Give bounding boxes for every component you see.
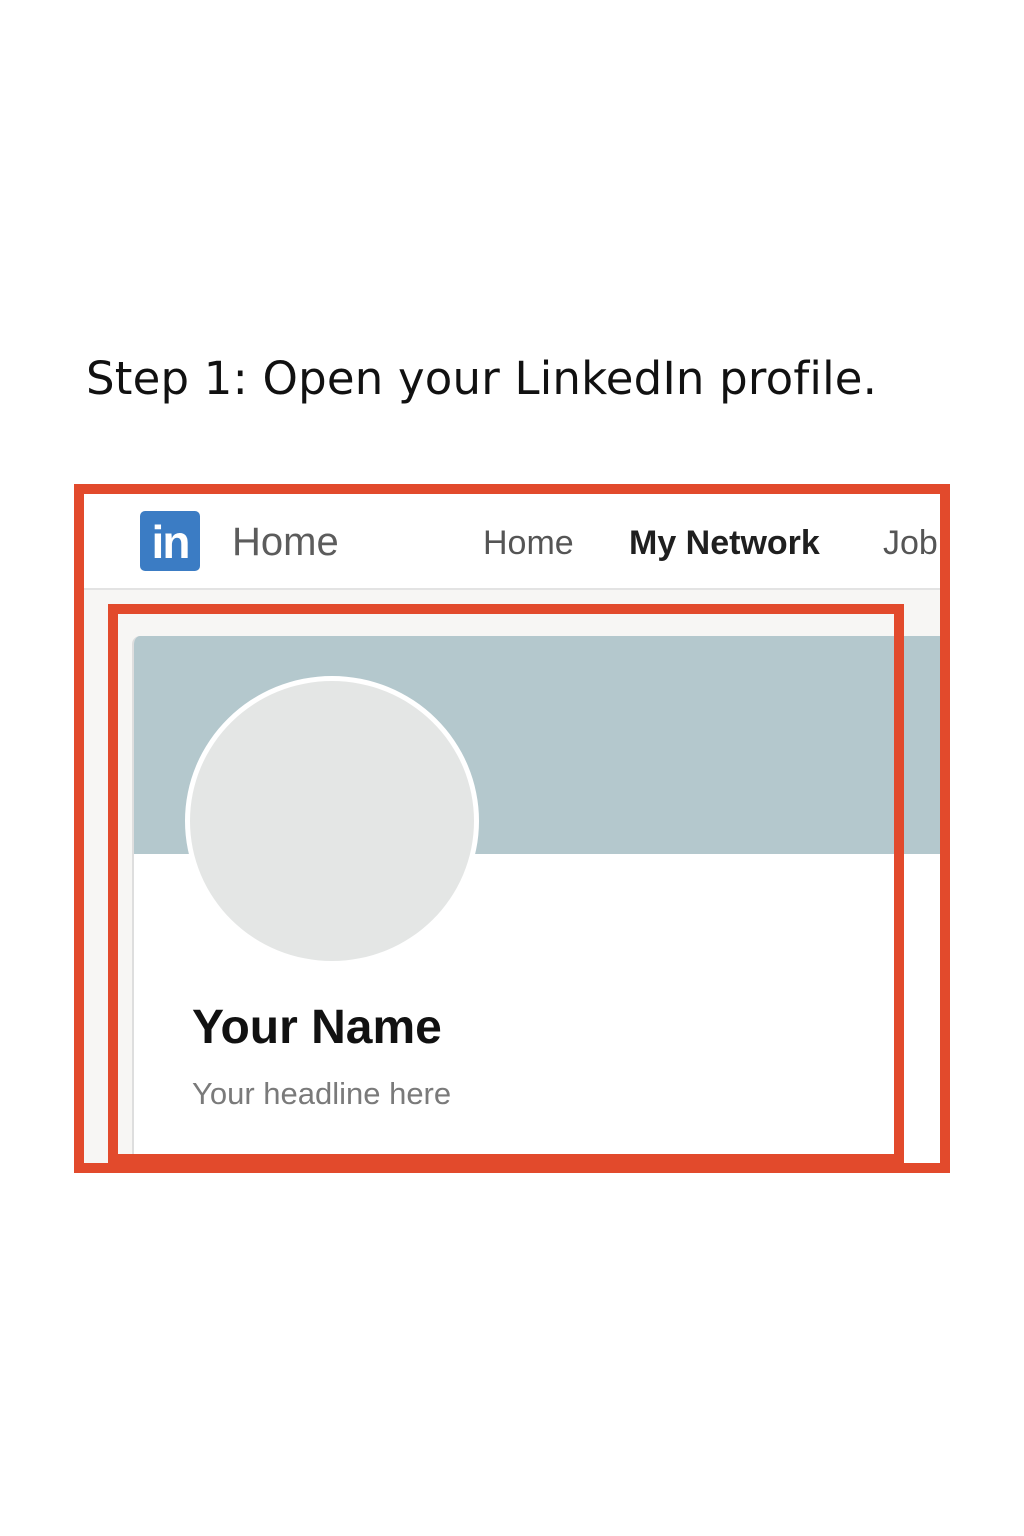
top-navbar: in Home Home My Network Job — [74, 484, 950, 590]
profile-avatar[interactable] — [185, 676, 479, 966]
nav-item-my-network[interactable]: My Network — [629, 524, 820, 563]
tutorial-page: Step 1: Open your LinkedIn profile. in H… — [0, 0, 1024, 1536]
profile-card: Your Name Your headline here — [132, 636, 950, 1173]
logo-text: in — [151, 516, 191, 568]
step-instruction: Step 1: Open your LinkedIn profile. — [86, 352, 878, 405]
profile-headline: Your headline here — [192, 1076, 452, 1111]
nav-item-home[interactable]: Home — [483, 524, 574, 563]
nav-item-jobs[interactable]: Job — [883, 524, 938, 563]
profile-name: Your Name — [192, 1001, 442, 1054]
linkedin-screenshot: in Home Home My Network Job Your Name Yo… — [74, 484, 950, 1173]
page-title: Home — [232, 520, 339, 564]
linkedin-logo-icon[interactable]: in — [140, 511, 200, 571]
